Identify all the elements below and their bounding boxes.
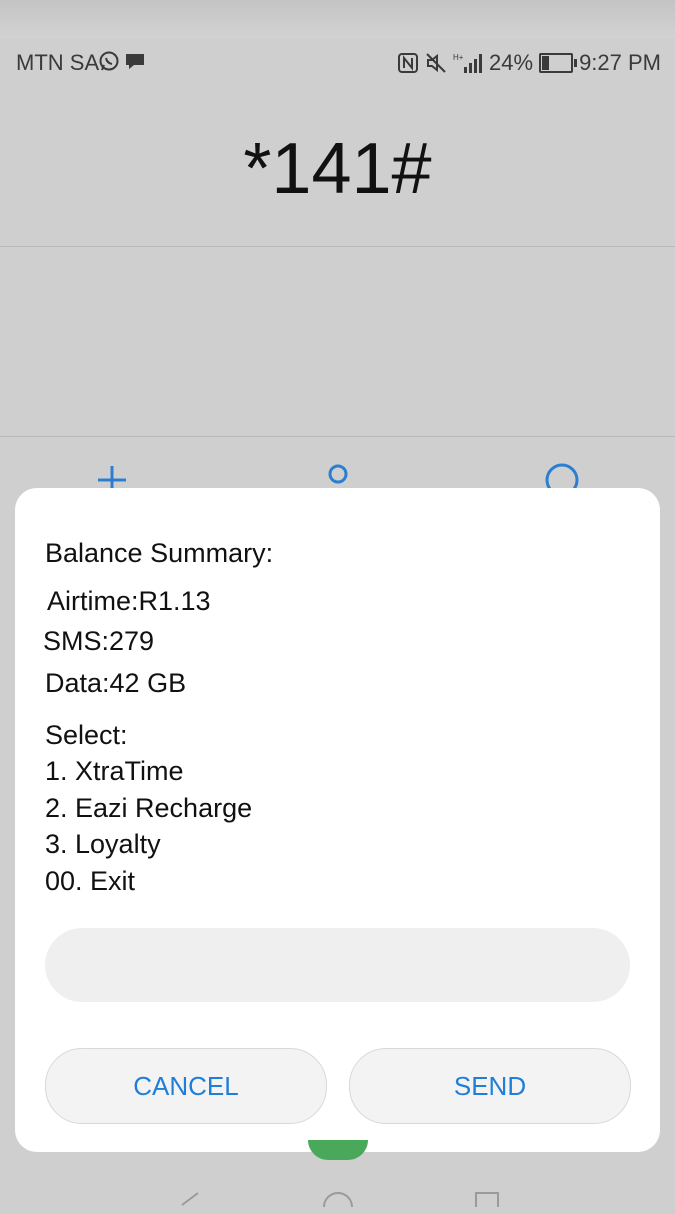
battery-percent: 24% [489,50,534,75]
signal-icon: H+ [453,53,483,73]
sms-line: SMS:279 [43,626,155,656]
recents-icon[interactable] [474,1186,500,1214]
carrier-name: MTN SA [16,50,100,75]
nav-bar [0,1172,675,1208]
send-button[interactable]: SEND [349,1048,631,1124]
ussd-dialog: Balance Summary: Airtime:R1.13 SMS:279 D… [15,488,660,1152]
battery-fill [542,56,549,70]
call-button-edge[interactable] [308,1140,368,1160]
balance-heading: Balance Summary: [45,538,274,568]
home-icon[interactable] [322,1186,354,1214]
divider-middle [0,436,675,437]
mute-icon [426,53,446,73]
data-line: Data:42 GB [45,668,187,698]
status-right: H+ 24% 9:27 PM [397,50,661,76]
status-left-icons [98,50,146,72]
select-label: Select: [45,720,128,750]
option-xtratime: 1. XtraTime [45,756,184,786]
dialed-number: *141# [243,129,432,209]
clock: 9:27 PM [579,50,661,75]
divider-top [0,246,675,247]
status-bar: MTN SA H+ 24% 9:27 PM [0,44,675,80]
option-loyalty: 3. Loyalty [45,829,161,859]
option-eazi-recharge: 2. Eazi Recharge [45,793,253,823]
cancel-button[interactable]: CANCEL [45,1048,327,1124]
top-blur [0,0,675,38]
chat-bubble-icon [126,54,144,69]
airtime-line: Airtime:R1.13 [47,586,211,616]
ussd-reply-input[interactable] [45,928,630,1002]
whatsapp-icon [99,51,119,71]
nfc-icon [398,53,419,73]
back-icon[interactable] [178,1186,202,1214]
option-exit: 00. Exit [45,866,136,896]
svg-text:H+: H+ [453,53,464,62]
battery-icon [539,53,578,73]
